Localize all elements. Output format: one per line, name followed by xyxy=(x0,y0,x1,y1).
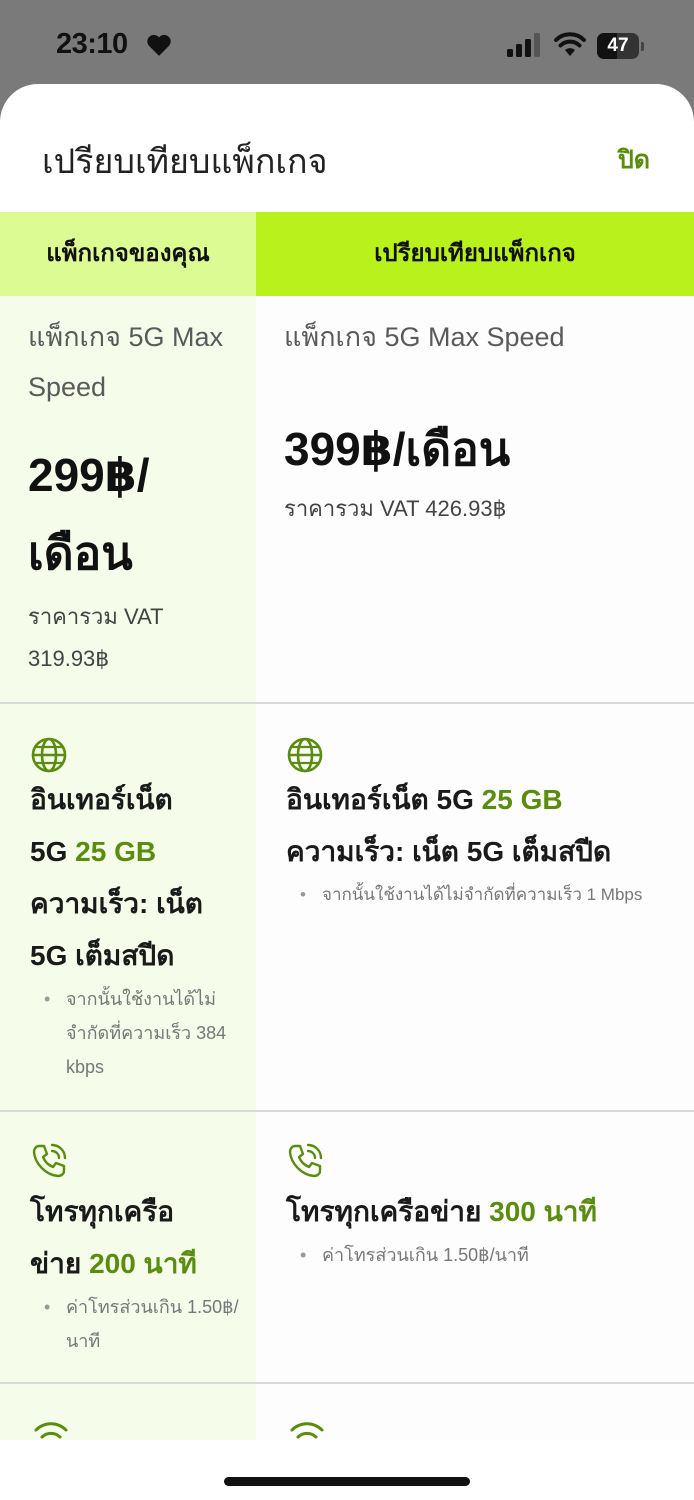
current-plan-calls: โทรทุกเครือ ข่าย 200 นาที ค่าโทรส่วนเกิน… xyxy=(30,1142,250,1358)
compare-calls-title: โทรทุกเครือข่าย 300 นาที xyxy=(286,1196,597,1227)
battery-percentage: 47 xyxy=(607,35,629,56)
wifi-icon xyxy=(34,1422,68,1439)
compare-internet-note: จากนั้นใช้งานได้ไม่จำกัดที่ความเร็ว 1 Mb… xyxy=(284,878,681,912)
sheet-title: เปรียบเทียบแพ็กเกจ xyxy=(42,143,328,181)
compare-plan-price: 399฿/เดือน xyxy=(284,423,511,475)
compare-plan-vat: ราคารวม VAT 426.93฿ xyxy=(284,496,507,521)
current-calls-title: โทรทุกเครือ ข่าย 200 นาที xyxy=(30,1196,197,1279)
home-indicator[interactable] xyxy=(224,1477,470,1486)
compare-plan-internet: อินเทอร์เน็ต 5G 25 GB ความเร็ว: เน็ต 5G … xyxy=(286,736,681,912)
globe-icon xyxy=(31,737,67,773)
compare-plan-calls: โทรทุกเครือข่าย 300 นาที ค่าโทรส่วนเกิน … xyxy=(286,1142,681,1272)
compare-plan-name: แพ็กเกจ 5G Max Speed xyxy=(284,322,565,352)
compare-data-amount: 25 GB xyxy=(481,784,563,815)
battery-icon: 47 xyxy=(597,33,645,59)
wifi-icon xyxy=(290,1422,324,1439)
globe-icon xyxy=(287,737,323,773)
tab-your-package-label: แพ็กเกจของคุณ xyxy=(46,240,210,267)
current-plan-internet: อินเทอร์เน็ต 5G 25 GB ความเร็ว: เน็ต 5G … xyxy=(30,736,250,1084)
tab-compare-package[interactable]: เปรียบเทียบแพ็กเกจ xyxy=(256,212,694,296)
compare-calls-note: ค่าโทรส่วนเกิน 1.50฿/นาที xyxy=(284,1238,681,1272)
close-button[interactable]: ปิด xyxy=(618,140,650,180)
wifi-status-icon xyxy=(554,32,586,56)
current-plan-summary: แพ็กเกจ 5G Max Speed 299฿/ เดือน ราคารวม… xyxy=(28,312,248,680)
cellular-signal-icon xyxy=(507,33,540,57)
row-divider xyxy=(0,702,694,704)
compare-call-minutes: 300 นาที xyxy=(489,1196,597,1227)
current-plan-price: 299฿/ เดือน xyxy=(28,449,150,579)
current-internet-note: จากนั้นใช้งานได้ไม่ จำกัดที่ความเร็ว 384… xyxy=(28,982,250,1084)
current-internet-title: อินเทอร์เน็ต 5G 25 GB ความเร็ว: เน็ต 5G … xyxy=(30,784,203,971)
tab-compare-package-label: เปรียบเทียบแพ็กเกจ xyxy=(374,240,576,267)
current-plan-vat: ราคารวม VAT 319.93฿ xyxy=(28,604,164,671)
row-divider xyxy=(0,1110,694,1112)
current-call-minutes: 200 นาที xyxy=(89,1248,197,1279)
compare-internet-title: อินเทอร์เน็ต 5G 25 GB ความเร็ว: เน็ต 5G … xyxy=(286,784,612,867)
phone-call-icon xyxy=(288,1143,323,1178)
home-indicator-area xyxy=(0,1440,694,1500)
column-headers: แพ็กเกจของคุณ เปรียบเทียบแพ็กเกจ xyxy=(0,212,694,296)
row-divider xyxy=(0,1382,694,1384)
tab-your-package[interactable]: แพ็กเกจของคุณ xyxy=(0,212,256,296)
compare-sheet: เปรียบเทียบแพ็กเกจ ปิด แพ็กเกจของคุณ เปร… xyxy=(0,84,694,1500)
heart-icon xyxy=(147,34,171,56)
current-plan-name: แพ็กเกจ 5G Max Speed xyxy=(28,322,223,402)
current-calls-note: ค่าโทรส่วนเกิน 1.50฿/ นาที xyxy=(28,1290,250,1358)
compare-plan-summary: แพ็กเกจ 5G Max Speed 399฿/เดือน ราคารวม … xyxy=(284,312,674,530)
phone-call-icon xyxy=(32,1143,67,1178)
status-bar: 23:10 47 xyxy=(0,0,694,86)
current-data-amount: 25 GB xyxy=(75,836,157,867)
status-time: 23:10 xyxy=(56,28,128,60)
